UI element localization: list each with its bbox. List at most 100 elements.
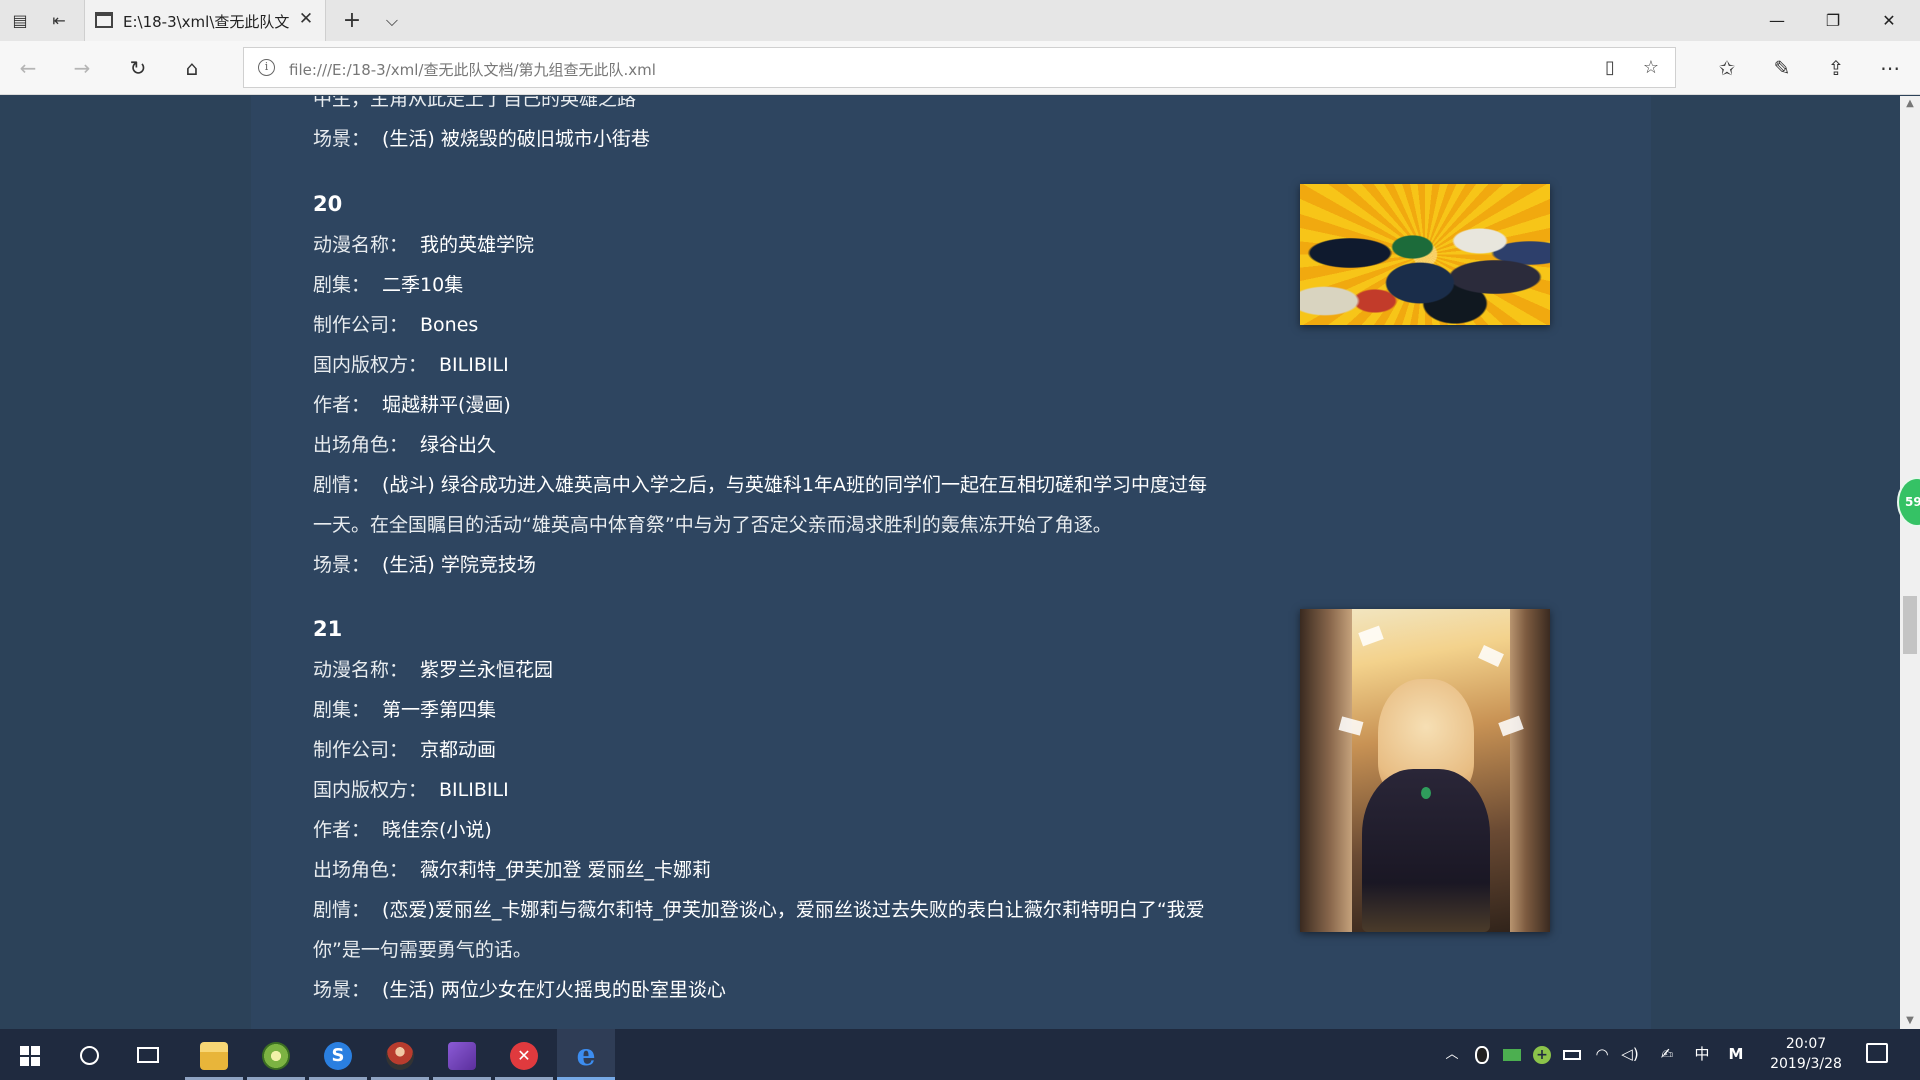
field-value: (生活) 学院竞技场 bbox=[382, 554, 536, 576]
scroll-thumb[interactable] bbox=[1903, 596, 1917, 654]
active-tab[interactable]: E:\18-3\xml\查无此队文 ✕ bbox=[84, 0, 326, 41]
plot-text: (战斗) 绿谷成功进入雄英高中入学之后，与英雄科1年A班的同学们一起在互相切磋和… bbox=[382, 474, 1207, 496]
tab-manager-icon[interactable]: ▤ bbox=[8, 9, 32, 33]
address-bar[interactable]: i file:///E:/18-3/xml/查无此队文档/第九组查无此队.xml… bbox=[243, 47, 1676, 88]
field-value: 绿谷出久 bbox=[420, 434, 497, 456]
taskbar-clock[interactable]: 20:07 2019/3/28 bbox=[1766, 1034, 1846, 1074]
plot-text: (恋爱)爱丽丝_卡娜莉与薇尔莉特_伊芙加登谈心，爱丽丝谈过去失败的表白让薇尔莉特… bbox=[382, 899, 1205, 921]
entry-field: 国内版权方： BILIBILI bbox=[313, 350, 509, 377]
refresh-icon[interactable]: ↻ bbox=[122, 52, 154, 84]
field-value: 晓佳奈(小说) bbox=[382, 819, 492, 841]
cortana-search-icon[interactable] bbox=[80, 1046, 99, 1065]
tray-qq-icon[interactable] bbox=[1470, 1029, 1494, 1080]
tab-title: E:\18-3\xml\查无此队文 bbox=[123, 13, 290, 31]
tab-strip: ▤ ⇤ E:\18-3\xml\查无此队文 ✕ + ⌵ — ❐ ✕ bbox=[0, 0, 1920, 41]
taskbar-app-people[interactable] bbox=[371, 1029, 429, 1080]
more-menu-icon[interactable]: ⋯ bbox=[1874, 52, 1906, 84]
home-icon[interactable]: ⌂ bbox=[176, 52, 208, 84]
field-value: (生活) 两位少女在灯火摇曳的卧室里谈心 bbox=[382, 979, 726, 1001]
tray-ime-mode-icon[interactable]: M bbox=[1724, 1029, 1748, 1080]
taskbar-xmind[interactable]: ✕ bbox=[495, 1029, 553, 1080]
tab-close-button[interactable]: ✕ bbox=[295, 8, 317, 30]
site-info-icon[interactable]: i bbox=[258, 59, 275, 76]
field-label: 场景： bbox=[313, 979, 371, 1001]
taskbar-app-green[interactable] bbox=[247, 1029, 305, 1080]
page-viewport: 中生，主角从此走上了自己的英雄之路 场景： (生活) 被烧毁的破旧城市小街巷 20… bbox=[0, 96, 1900, 1029]
entry-field: 动漫名称： 紫罗兰永恒花园 bbox=[313, 655, 553, 682]
field-label: 制作公司： bbox=[313, 314, 409, 336]
entry-field: 动漫名称： 我的英雄学院 bbox=[313, 230, 534, 257]
favorites-hub-icon[interactable]: ✩ bbox=[1711, 52, 1743, 84]
field-label: 剧情： bbox=[313, 474, 371, 496]
field-label: 动漫名称： bbox=[313, 234, 409, 256]
field-value: 京都动画 bbox=[420, 739, 497, 761]
field-label: 出场角色： bbox=[313, 434, 409, 456]
tray-security-plus-icon[interactable]: + bbox=[1530, 1029, 1554, 1080]
field-value: 第一季第四集 bbox=[382, 699, 497, 721]
entry-field: 出场角色： 薇尔莉特_伊芙加登 爱丽丝_卡娜莉 bbox=[313, 855, 711, 882]
field-label: 制作公司： bbox=[313, 739, 409, 761]
tray-network-share-icon[interactable] bbox=[1500, 1029, 1524, 1080]
scroll-up-arrow-icon[interactable]: ▲ bbox=[1900, 96, 1920, 112]
poster-curtain bbox=[1300, 609, 1352, 932]
taskbar-edge[interactable]: e bbox=[557, 1029, 615, 1080]
tray-volume-icon[interactable]: ◁) bbox=[1618, 1029, 1642, 1080]
poster-paper bbox=[1478, 645, 1504, 667]
share-icon[interactable]: ⇪ bbox=[1820, 52, 1852, 84]
tab-list-chevron-icon[interactable]: ⌵ bbox=[380, 9, 404, 33]
field-value: Bones bbox=[420, 314, 479, 336]
field-label: 国内版权方： bbox=[313, 354, 428, 376]
entry-plot: 剧情： (恋爱)爱丽丝_卡娜莉与薇尔莉特_伊芙加登谈心，爱丽丝谈过去失败的表白让薇… bbox=[313, 895, 1205, 922]
visual-studio-icon bbox=[448, 1041, 476, 1070]
taskbar-sogou[interactable]: S bbox=[309, 1029, 367, 1080]
forward-arrow-icon[interactable]: → bbox=[66, 52, 98, 84]
poster-characters bbox=[1300, 205, 1550, 325]
task-view-icon[interactable] bbox=[137, 1047, 159, 1063]
scroll-down-arrow-icon[interactable]: ▼ bbox=[1900, 1013, 1920, 1029]
new-tab-button[interactable]: + bbox=[340, 9, 364, 33]
restore-button[interactable]: ❐ bbox=[1806, 0, 1860, 41]
field-label: 作者： bbox=[313, 394, 371, 416]
field-label: 动漫名称： bbox=[313, 659, 409, 681]
entry-field: 出场角色： 绿谷出久 bbox=[313, 430, 496, 457]
prev-entry-scene: 场景： (生活) 被烧毁的破旧城市小街巷 bbox=[313, 124, 650, 151]
xmind-icon: ✕ bbox=[510, 1041, 538, 1070]
entry-number: 21 bbox=[313, 617, 343, 641]
url-text[interactable]: file:///E:/18-3/xml/查无此队文档/第九组查无此队.xml bbox=[289, 59, 656, 80]
entry-field: 制作公司： 京都动画 bbox=[313, 735, 496, 762]
window-close-button[interactable]: ✕ bbox=[1862, 0, 1916, 41]
clock-time: 20:07 bbox=[1785, 1036, 1827, 1052]
web-note-pen-icon[interactable]: ✎ bbox=[1766, 52, 1798, 84]
back-arrow-icon[interactable]: ← bbox=[12, 52, 44, 84]
tray-expand-chevron-icon[interactable]: ︿ bbox=[1440, 1029, 1464, 1080]
add-favorite-star-icon[interactable]: ☆ bbox=[1639, 56, 1663, 80]
tray-ime-indicator[interactable]: 中 bbox=[1690, 1029, 1714, 1080]
page-favicon-icon bbox=[95, 12, 113, 28]
reading-view-icon[interactable]: ▯ bbox=[1598, 56, 1622, 80]
entry-scene: 场景： (生活) 两位少女在灯火摇曳的卧室里谈心 bbox=[313, 975, 726, 1002]
minimize-button[interactable]: — bbox=[1750, 0, 1804, 41]
vertical-scrollbar[interactable]: ▲ ▼ bbox=[1900, 96, 1920, 1029]
tray-pen-ink-icon[interactable]: ✍ bbox=[1655, 1029, 1679, 1080]
taskbar-visual-studio[interactable] bbox=[433, 1029, 491, 1080]
anime-poster-image bbox=[1300, 609, 1550, 932]
field-label: 剧集： bbox=[313, 699, 371, 721]
entry-field: 剧集： 第一季第四集 bbox=[313, 695, 496, 722]
set-tabs-aside-icon[interactable]: ⇤ bbox=[47, 9, 71, 33]
taskbar-file-explorer[interactable] bbox=[185, 1029, 243, 1080]
windows-start-icon[interactable] bbox=[20, 1046, 40, 1066]
field-value: 我的英雄学院 bbox=[420, 234, 535, 256]
browser-toolbar: ← → ↻ ⌂ i file:///E:/18-3/xml/查无此队文档/第九组… bbox=[0, 41, 1920, 95]
field-label: 剧情： bbox=[313, 899, 371, 921]
field-label: 作者： bbox=[313, 819, 371, 841]
entry-field: 国内版权方： BILIBILI bbox=[313, 775, 509, 802]
field-value: BILIBILI bbox=[439, 354, 509, 376]
entry-field: 作者： 堀越耕平(漫画) bbox=[313, 390, 511, 417]
clipped-plot-line: 中生，主角从此走上了自己的英雄之路 bbox=[313, 96, 637, 110]
field-label: 国内版权方： bbox=[313, 779, 428, 801]
field-label: 场景： bbox=[313, 554, 371, 576]
entry-plot-continued: 一天。在全国瞩目的活动“雄英高中体育祭”中与为了否定父亲而渴求胜利的轰焦冻开始了… bbox=[313, 514, 1112, 536]
action-center-icon[interactable] bbox=[1866, 1043, 1888, 1063]
tray-battery-icon[interactable] bbox=[1560, 1029, 1584, 1080]
tray-wifi-icon[interactable]: ◠ bbox=[1590, 1029, 1614, 1080]
